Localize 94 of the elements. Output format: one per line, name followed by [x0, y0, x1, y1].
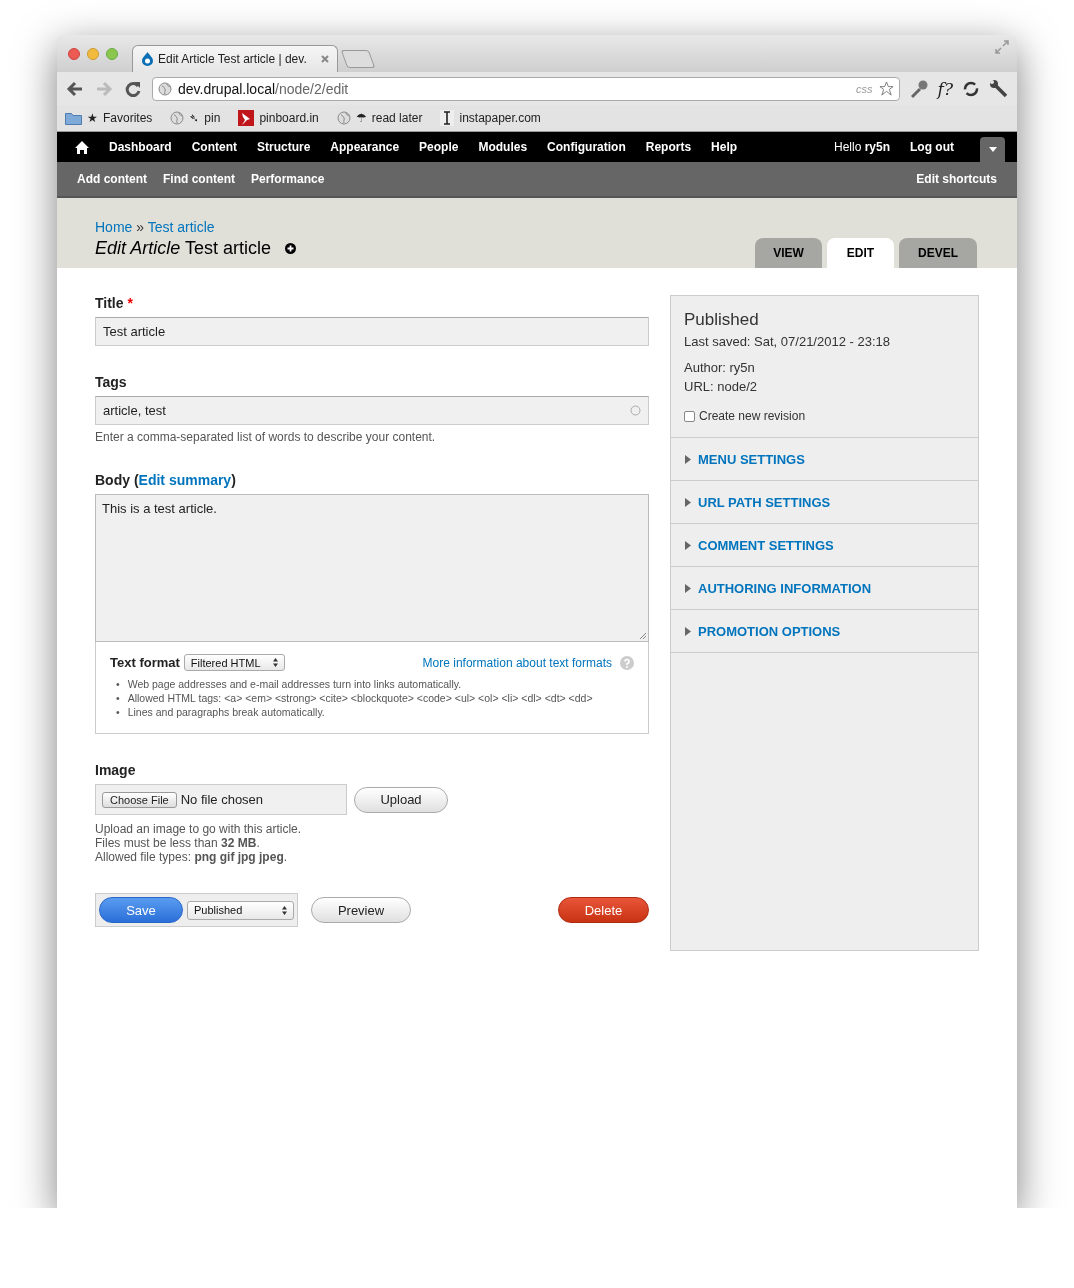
- star-icon[interactable]: [878, 81, 894, 96]
- author-text: Author: ry5n: [684, 360, 756, 375]
- menu-link[interactable]: Appearance: [330, 140, 400, 154]
- user-greeting: Hello ry5n: [833, 140, 890, 154]
- breadcrumb-link[interactable]: Test article: [147, 219, 215, 235]
- bullet: •: [116, 705, 120, 719]
- globe-icon: [158, 81, 172, 96]
- add-shortcut-icon[interactable]: [285, 243, 297, 254]
- edit-shortcuts-link[interactable]: Edit shortcuts: [916, 172, 997, 186]
- last-saved-text: Last saved: Sat, 07/21/2012 - 23:18: [684, 334, 891, 349]
- url-text: URL: node/2: [684, 379, 758, 394]
- collapsible-section[interactable]: AUTHORING INFORMATION: [671, 567, 978, 610]
- field-description: Allowed file types: png gif jpg jpeg.: [95, 850, 289, 864]
- menu-link[interactable]: Configuration: [547, 140, 626, 154]
- text-format-help-link[interactable]: More information about text formats: [422, 655, 612, 670]
- tab[interactable]: DEVEL: [899, 238, 977, 268]
- shortcut-link[interactable]: Performance: [251, 172, 325, 186]
- field-label: Image: [95, 762, 137, 778]
- field-label: Tags: [95, 374, 128, 390]
- menu-link[interactable]: Reports: [645, 140, 692, 154]
- collapsible-section[interactable]: MENU SETTINGS: [671, 438, 978, 481]
- bookmark-link[interactable]: ☂ read later: [336, 111, 423, 125]
- address-field[interactable]: dev.drupal.local/node/2/edit css: [152, 76, 900, 101]
- fullscreen-icon[interactable]: [995, 40, 1009, 54]
- pushpin-icon: [238, 110, 255, 126]
- window-close-button[interactable]: [68, 48, 80, 60]
- file-input[interactable]: Choose File No file chosen: [95, 784, 347, 815]
- globe-icon: [336, 111, 351, 125]
- drop-icon: [141, 52, 154, 66]
- breadcrumb-separator: »: [136, 219, 145, 235]
- caret-icon: [988, 147, 997, 152]
- browser-tab[interactable]: Edit Article Test article | dev.: [132, 45, 338, 72]
- select-arrows-icon: [272, 658, 278, 667]
- body-textarea[interactable]: This is a test article.: [95, 494, 649, 642]
- wrench-icon[interactable]: [989, 78, 1009, 99]
- format-tip: Allowed HTML tags: <a> <em> <strong> <cite> <blockquote> <code> <ul> <ol> <li> <dl> <dt> <dd>: [127, 691, 593, 705]
- bookmark-link[interactable]: instapaper.com: [440, 110, 541, 126]
- shortcut-link[interactable]: Find content: [163, 172, 235, 186]
- resize-grip-icon[interactable]: [639, 632, 647, 640]
- bookmark-link[interactable]: ➴ pin: [170, 111, 221, 125]
- status-select[interactable]: Published: [187, 900, 294, 920]
- bullet: •: [116, 677, 120, 691]
- edit-summary-link[interactable]: Edit summary: [138, 472, 232, 488]
- checkbox-label: Create new revision: [699, 409, 806, 423]
- shortcut-link[interactable]: Add content: [77, 172, 147, 186]
- menu-link[interactable]: Content: [191, 140, 237, 154]
- field-label: Text format: [110, 655, 180, 670]
- extension-button[interactable]: f?: [937, 78, 953, 99]
- format-tip: Web page addresses and e-mail addresses turn into links automatically.: [127, 677, 462, 691]
- field-label: Body (Edit summary): [95, 472, 237, 488]
- globe-icon: [170, 111, 185, 125]
- text-format-select[interactable]: Filtered HTML: [183, 654, 285, 671]
- revision-checkbox[interactable]: [684, 410, 695, 422]
- sync-icon[interactable]: [962, 79, 980, 98]
- menu-link[interactable]: Help: [711, 140, 738, 154]
- menu-link[interactable]: Modules: [478, 140, 528, 154]
- select-arrows-icon: [282, 905, 287, 915]
- bookmark-link[interactable]: ★ Favorites: [65, 111, 153, 125]
- folder-icon: [65, 111, 82, 125]
- save-button[interactable]: Save: [99, 897, 183, 923]
- menu-link[interactable]: Dashboard: [109, 140, 172, 154]
- field-description: Files must be less than 32 MB.: [95, 836, 261, 850]
- delete-button[interactable]: Delete: [558, 897, 649, 923]
- collapsible-section[interactable]: PROMOTION OPTIONS: [671, 610, 978, 653]
- logout-link[interactable]: Log out: [910, 140, 954, 154]
- menu-link[interactable]: Structure: [257, 140, 311, 154]
- tab[interactable]: EDIT: [827, 238, 894, 268]
- status-heading: Published: [684, 310, 760, 330]
- tab-close-icon[interactable]: [321, 55, 329, 63]
- menu-link[interactable]: People: [419, 140, 459, 154]
- bullet: •: [116, 691, 120, 705]
- window-minimize-button[interactable]: [87, 48, 99, 60]
- home-icon[interactable]: [75, 140, 89, 154]
- css-label: css: [856, 82, 873, 95]
- autocomplete-icon: [630, 405, 641, 416]
- title-input[interactable]: Test article: [95, 317, 649, 346]
- collapsible-section[interactable]: COMMENT SETTINGS: [671, 524, 978, 567]
- format-tip: Lines and paragraphs break automatically.: [127, 705, 325, 719]
- bookmark-link[interactable]: pinboard.in: [238, 110, 319, 126]
- tab[interactable]: VIEW: [755, 238, 822, 268]
- new-tab-button[interactable]: [340, 50, 376, 68]
- page-title: Edit Article Test article: [95, 238, 272, 259]
- upload-button[interactable]: Upload: [354, 786, 448, 813]
- window-zoom-button[interactable]: [106, 48, 118, 60]
- collapsible-section[interactable]: URL PATH SETTINGS: [671, 481, 978, 524]
- toolbar-toggle-button[interactable]: [980, 137, 1005, 162]
- breadcrumb-link[interactable]: Home: [95, 219, 133, 235]
- field-description: Upload an image to go with this article.: [95, 822, 303, 836]
- preview-button[interactable]: Preview: [311, 897, 411, 923]
- tags-input[interactable]: article, test: [95, 396, 649, 425]
- instapaper-icon: [440, 110, 455, 126]
- field-label: Title *: [95, 295, 134, 311]
- field-description: Enter a comma-separated list of words to describe your content.: [95, 430, 437, 444]
- key-icon[interactable]: [908, 78, 929, 99]
